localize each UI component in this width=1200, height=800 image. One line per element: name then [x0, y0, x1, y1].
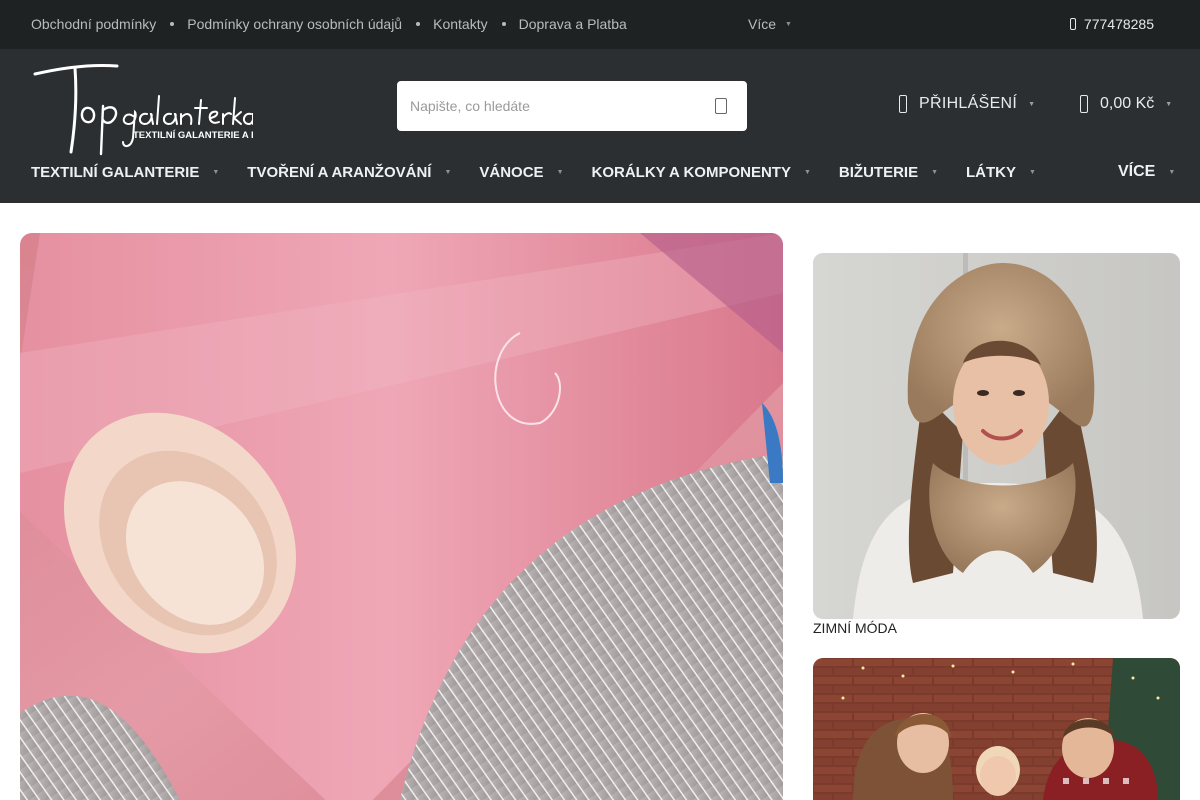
- hero-thread-image: [20, 233, 783, 800]
- chevron-down-icon: ▼: [1029, 169, 1036, 176]
- nav-item-beads[interactable]: KORÁLKY A KOMPONENTY ▼: [592, 164, 811, 181]
- logo-image: TEXTILNÍ GALANTERIE A LÁTKY: [33, 63, 283, 156]
- nav-more-label: VÍCE: [1118, 163, 1156, 180]
- link-shipping[interactable]: Doprava a Platba: [519, 16, 627, 32]
- login-label: PŘIHLÁŠENÍ: [919, 95, 1018, 112]
- chevron-down-icon: ▼: [444, 169, 452, 176]
- nav-item-label: TEXTILNÍ GALANTERIE: [31, 164, 200, 181]
- chevron-down-icon: ▼: [1168, 168, 1176, 176]
- search-input[interactable]: [410, 81, 700, 131]
- top-links: Obchodní podmínky Podmínky ochrany osobn…: [31, 16, 627, 32]
- separator-dot: [501, 22, 506, 26]
- chevron-down-icon: ▼: [1165, 100, 1173, 108]
- chevron-down-icon: ▼: [785, 20, 792, 28]
- nav-item-fabrics[interactable]: LÁTKY ▼: [966, 164, 1036, 181]
- winter-fashion-label[interactable]: ZIMNÍ MÓDA: [813, 620, 897, 636]
- top-more-menu[interactable]: Více ▼: [748, 16, 792, 32]
- nav-item-label: VÁNOCE: [479, 164, 544, 181]
- phone-link[interactable]: 777478285: [1069, 16, 1154, 32]
- nav-item-crafting[interactable]: TVOŘENÍ A ARANŽOVÁNÍ ▼: [247, 164, 451, 181]
- cart-total: 0,00 Kč: [1100, 95, 1155, 112]
- chevron-down-icon: ▼: [931, 169, 939, 176]
- winter-fashion-banner[interactable]: [813, 253, 1180, 619]
- hero-banner[interactable]: [20, 233, 783, 800]
- nav-item-christmas[interactable]: VÁNOCE ▼: [479, 164, 563, 181]
- cart-button[interactable]: 0,00 Kč ▼: [1080, 95, 1172, 113]
- header: TEXTILNÍ GALANTERIE A LÁTKY PŘIHLÁŠENÍ ▼…: [0, 49, 1200, 203]
- cart-icon: [1080, 95, 1088, 113]
- link-contacts[interactable]: Kontakty: [433, 16, 487, 32]
- separator-dot: [416, 22, 421, 26]
- nav-item-label: KORÁLKY A KOMPONENTY: [591, 164, 791, 181]
- top-bar: Obchodní podmínky Podmínky ochrany osobn…: [0, 0, 1200, 49]
- chevron-down-icon: ▼: [803, 169, 811, 176]
- login-button[interactable]: PŘIHLÁŠENÍ ▼: [899, 95, 1035, 113]
- user-icon: [899, 95, 907, 113]
- chevron-down-icon: ▼: [1028, 100, 1036, 108]
- search-box: [397, 81, 747, 131]
- phone-icon: [1069, 18, 1076, 30]
- top-more-label: Více: [748, 16, 777, 32]
- nav-item-jewelry[interactable]: BIŽUTERIE ▼: [839, 164, 938, 181]
- winter-fashion-image: [813, 253, 1180, 619]
- main-nav: TEXTILNÍ GALANTERIE ▼ TVOŘENÍ A ARANŽOVÁ…: [31, 164, 1064, 181]
- site-logo[interactable]: TEXTILNÍ GALANTERIE A LÁTKY: [31, 56, 283, 156]
- nav-more-menu[interactable]: VÍCE ▼: [1118, 163, 1175, 181]
- nav-item-label: LÁTKY: [966, 164, 1017, 181]
- nav-item-label: BIŽUTERIE: [838, 164, 919, 181]
- nav-item-textile-haberdashery[interactable]: TEXTILNÍ GALANTERIE ▼: [31, 164, 219, 181]
- logo-tagline: TEXTILNÍ GALANTERIE A LÁTKY: [133, 130, 253, 141]
- nav-item-label: TVOŘENÍ A ARANŽOVÁNÍ: [247, 164, 432, 181]
- christmas-family-image: [813, 658, 1180, 800]
- phone-number: 777478285: [1083, 16, 1154, 32]
- link-privacy[interactable]: Podmínky ochrany osobních údajů: [187, 16, 402, 32]
- link-terms[interactable]: Obchodní podmínky: [31, 16, 156, 32]
- christmas-family-banner[interactable]: [813, 658, 1180, 800]
- chevron-down-icon: ▼: [212, 169, 220, 176]
- separator-dot: [170, 22, 175, 26]
- search-icon[interactable]: [715, 98, 727, 114]
- chevron-down-icon: ▼: [556, 169, 564, 176]
